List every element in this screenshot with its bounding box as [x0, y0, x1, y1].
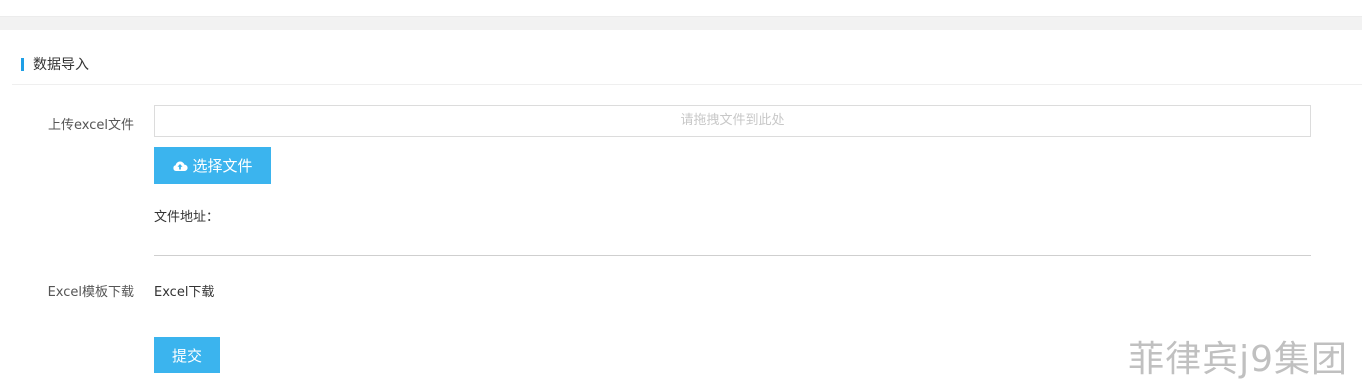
watermark: 菲律宾j9集团 [1128, 339, 1348, 380]
choose-file-button[interactable]: 选择文件 [154, 147, 271, 184]
file-drop-zone[interactable]: 请拖拽文件到此处 [154, 105, 1311, 137]
top-bar-strip [0, 0, 1362, 17]
upload-label: 上传excel文件 [48, 118, 134, 133]
excel-download-link[interactable]: Excel下载 [154, 281, 214, 300]
submit-button[interactable]: 提交 [154, 337, 220, 373]
section-title: 数据导入 [33, 57, 89, 73]
template-label: Excel模板下载 [47, 285, 134, 300]
choose-file-label: 选择文件 [192, 158, 253, 175]
section-marker [21, 58, 24, 71]
section-header: 数据导入 [12, 52, 1362, 85]
divider [154, 255, 1311, 256]
file-address-label: 文件地址： [154, 210, 220, 225]
top-bar [0, 0, 1362, 30]
cloud-upload-icon [173, 161, 189, 171]
